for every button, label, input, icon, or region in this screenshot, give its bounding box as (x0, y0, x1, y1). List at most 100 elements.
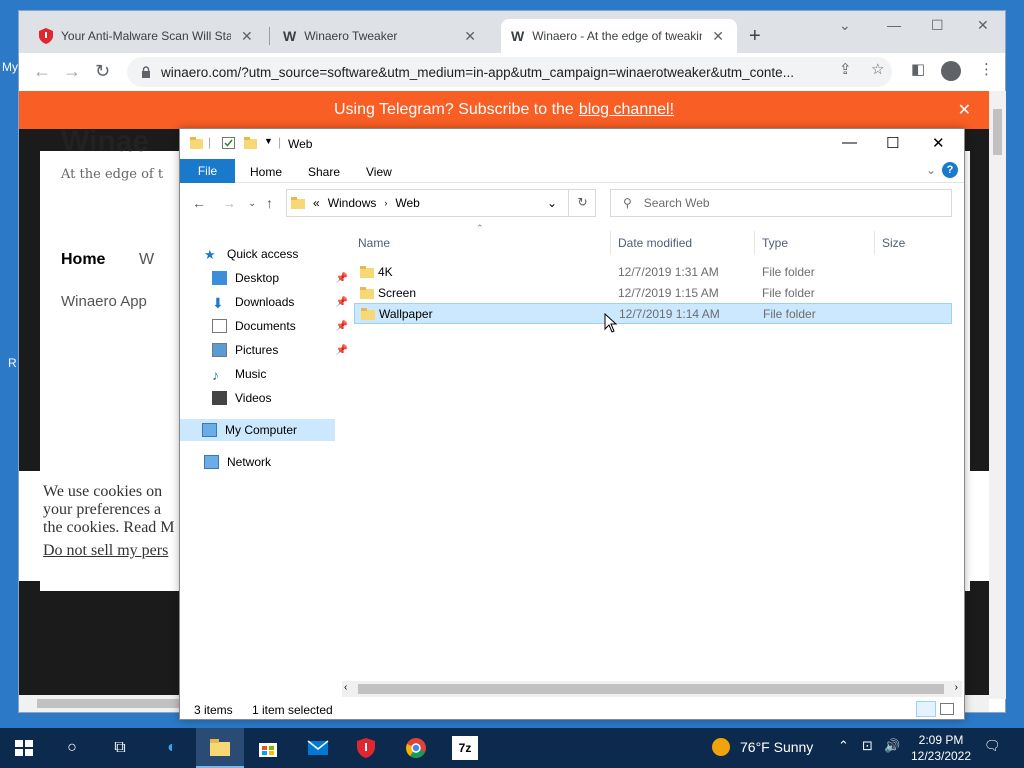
scroll-thumb[interactable] (993, 109, 1002, 155)
tray-chevron-up-icon[interactable]: ⌃ (838, 738, 849, 754)
share-icon[interactable]: ⇪ (839, 60, 852, 78)
search-box[interactable]: ⚲ Search Web (610, 189, 952, 217)
side-panel-icon[interactable]: ◧ (911, 60, 925, 78)
bookmark-star-icon[interactable]: ☆ (871, 60, 884, 78)
site-title[interactable]: Winae (61, 125, 149, 159)
minimize-icon[interactable]: — (842, 134, 857, 151)
close-icon[interactable]: ✕ (464, 28, 476, 45)
windows-start-icon[interactable] (12, 736, 36, 760)
page-vertical-scrollbar[interactable] (989, 91, 1006, 699)
forward-arrow-icon[interactable]: → (222, 195, 236, 211)
shield-icon[interactable] (354, 736, 378, 760)
tab-winaero-tweaker[interactable]: W Winaero Tweaker ✕ (273, 19, 493, 53)
scroll-thumb[interactable] (37, 699, 187, 708)
large-icons-view-icon[interactable] (940, 703, 954, 715)
site-nav-item[interactable]: W (139, 251, 154, 269)
list-horizontal-scrollbar[interactable]: ‹ › (342, 681, 962, 697)
tab-share[interactable]: Share (308, 165, 340, 179)
up-arrow-icon[interactable]: ↑ (266, 195, 273, 211)
breadcrumb-web[interactable]: Web (395, 196, 419, 210)
network-tray-icon[interactable]: ⊡ (862, 738, 873, 754)
address-overflow[interactable]: « (313, 196, 320, 210)
search-circle-icon[interactable]: ○ (60, 736, 84, 760)
nav-quick-access[interactable]: ★ Quick access (204, 243, 344, 265)
nav-videos[interactable]: Videos (212, 387, 352, 409)
table-row[interactable]: 4K 12/7/2019 1:31 AM File folder (354, 261, 952, 282)
new-tab-plus-icon[interactable]: + (749, 25, 761, 48)
clock[interactable]: 2:09 PM 12/23/2022 (908, 732, 974, 764)
customize-dropdown-icon[interactable]: ▼ (264, 136, 273, 146)
back-arrow-icon[interactable]: ← (192, 195, 206, 211)
profile-avatar-icon[interactable] (941, 61, 961, 81)
nav-music[interactable]: ♪ Music (212, 363, 352, 385)
column-header-size[interactable]: Size (882, 231, 905, 255)
tab-search-chevron-icon[interactable]: ⌄ (839, 17, 851, 34)
task-view-icon[interactable]: ⧉ (108, 736, 132, 760)
chrome-icon[interactable] (404, 736, 428, 760)
edge-browser-icon[interactable]: ◐ (160, 736, 184, 760)
address-bar[interactable]: « Windows › Web ⌄ (286, 189, 596, 217)
desktop-icon-label[interactable]: R (8, 356, 17, 370)
address-bar[interactable]: winaero.com/?utm_source=software&utm_med… (127, 57, 892, 87)
reload-icon[interactable]: ↻ (95, 61, 110, 82)
tab-title: Winaero Tweaker (304, 29, 398, 43)
nav-my-computer[interactable]: My Computer (180, 419, 335, 441)
help-icon[interactable]: ? (942, 162, 958, 178)
site-nav-home[interactable]: Home (61, 251, 105, 269)
close-icon[interactable]: ✕ (958, 100, 971, 120)
table-row[interactable]: Screen 12/7/2019 1:15 AM File folder (354, 282, 952, 303)
scroll-left-icon[interactable]: ‹ (344, 682, 347, 693)
nav-pictures[interactable]: Pictures 📌 (212, 339, 352, 361)
desktop-icon-label[interactable]: My (2, 60, 18, 74)
nav-desktop[interactable]: Desktop 📌 (212, 267, 352, 289)
7zip-icon[interactable]: 7z (452, 736, 478, 760)
file-explorer-icon[interactable] (208, 736, 232, 760)
column-separator[interactable] (874, 231, 875, 255)
column-header-date[interactable]: Date modified (618, 231, 692, 255)
forward-arrow-icon[interactable]: → (63, 61, 81, 82)
expand-ribbon-chevron-icon[interactable]: ⌄ (926, 163, 936, 177)
mail-icon[interactable] (306, 736, 330, 760)
weather-widget[interactable]: 76°F Sunny (712, 738, 813, 756)
store-icon[interactable] (256, 736, 280, 760)
nav-downloads[interactable]: ⬇ Downloads 📌 (212, 291, 352, 313)
tab-home[interactable]: Home (250, 165, 282, 179)
column-separator[interactable] (754, 231, 755, 255)
tab-file[interactable]: File (180, 159, 235, 183)
minimize-icon[interactable]: — (887, 17, 901, 33)
do-not-sell-link[interactable]: Do not sell my pers (43, 542, 168, 560)
menu-kebab-icon[interactable]: ⋮ (979, 60, 994, 78)
details-view-icon[interactable] (916, 701, 936, 717)
scroll-right-icon[interactable]: › (955, 682, 958, 693)
refresh-icon[interactable]: ↻ (568, 189, 596, 217)
close-window-icon[interactable]: ✕ (977, 17, 989, 34)
notification-icon[interactable]: 🗨 (984, 738, 1001, 754)
tab-anti-malware[interactable]: Your Anti-Malware Scan Will Start ✕ (29, 19, 265, 53)
banner-link[interactable]: blog channel! (579, 101, 674, 119)
volume-icon[interactable]: 🔊 (884, 738, 900, 754)
column-header-name[interactable]: Name (358, 231, 390, 255)
cookie-text: the cookies. Read M (43, 519, 175, 536)
table-row-selected[interactable]: Wallpaper 12/7/2019 1:14 AM File folder (354, 303, 952, 324)
maximize-icon[interactable]: ☐ (886, 134, 899, 152)
close-icon[interactable]: ✕ (712, 28, 724, 45)
breadcrumb-chevron-icon[interactable]: › (384, 198, 387, 208)
maximize-icon[interactable]: ☐ (931, 17, 944, 34)
recent-locations-chevron-icon[interactable]: ⌄ (248, 198, 256, 209)
breadcrumb-windows[interactable]: Windows (328, 196, 377, 210)
new-folder-icon[interactable] (244, 137, 257, 149)
address-dropdown-chevron-icon[interactable]: ⌄ (547, 196, 557, 210)
nav-documents[interactable]: Documents 📌 (212, 315, 352, 337)
back-arrow-icon[interactable]: ← (33, 61, 51, 82)
column-separator[interactable] (610, 231, 611, 255)
site-apps-link[interactable]: Winaero App (61, 293, 147, 310)
column-header-type[interactable]: Type (762, 231, 788, 255)
scroll-thumb[interactable] (358, 684, 944, 694)
tab-winaero-active[interactable]: W Winaero - At the edge of tweaking ✕ (501, 19, 737, 53)
close-icon[interactable]: ✕ (241, 28, 253, 45)
tab-view[interactable]: View (366, 165, 392, 179)
explorer-titlebar[interactable]: | ▼ | Web — ☐ ✕ (180, 129, 964, 159)
close-window-icon[interactable]: ✕ (932, 134, 945, 152)
properties-check-icon[interactable] (222, 137, 235, 149)
nav-network[interactable]: Network (204, 451, 344, 473)
